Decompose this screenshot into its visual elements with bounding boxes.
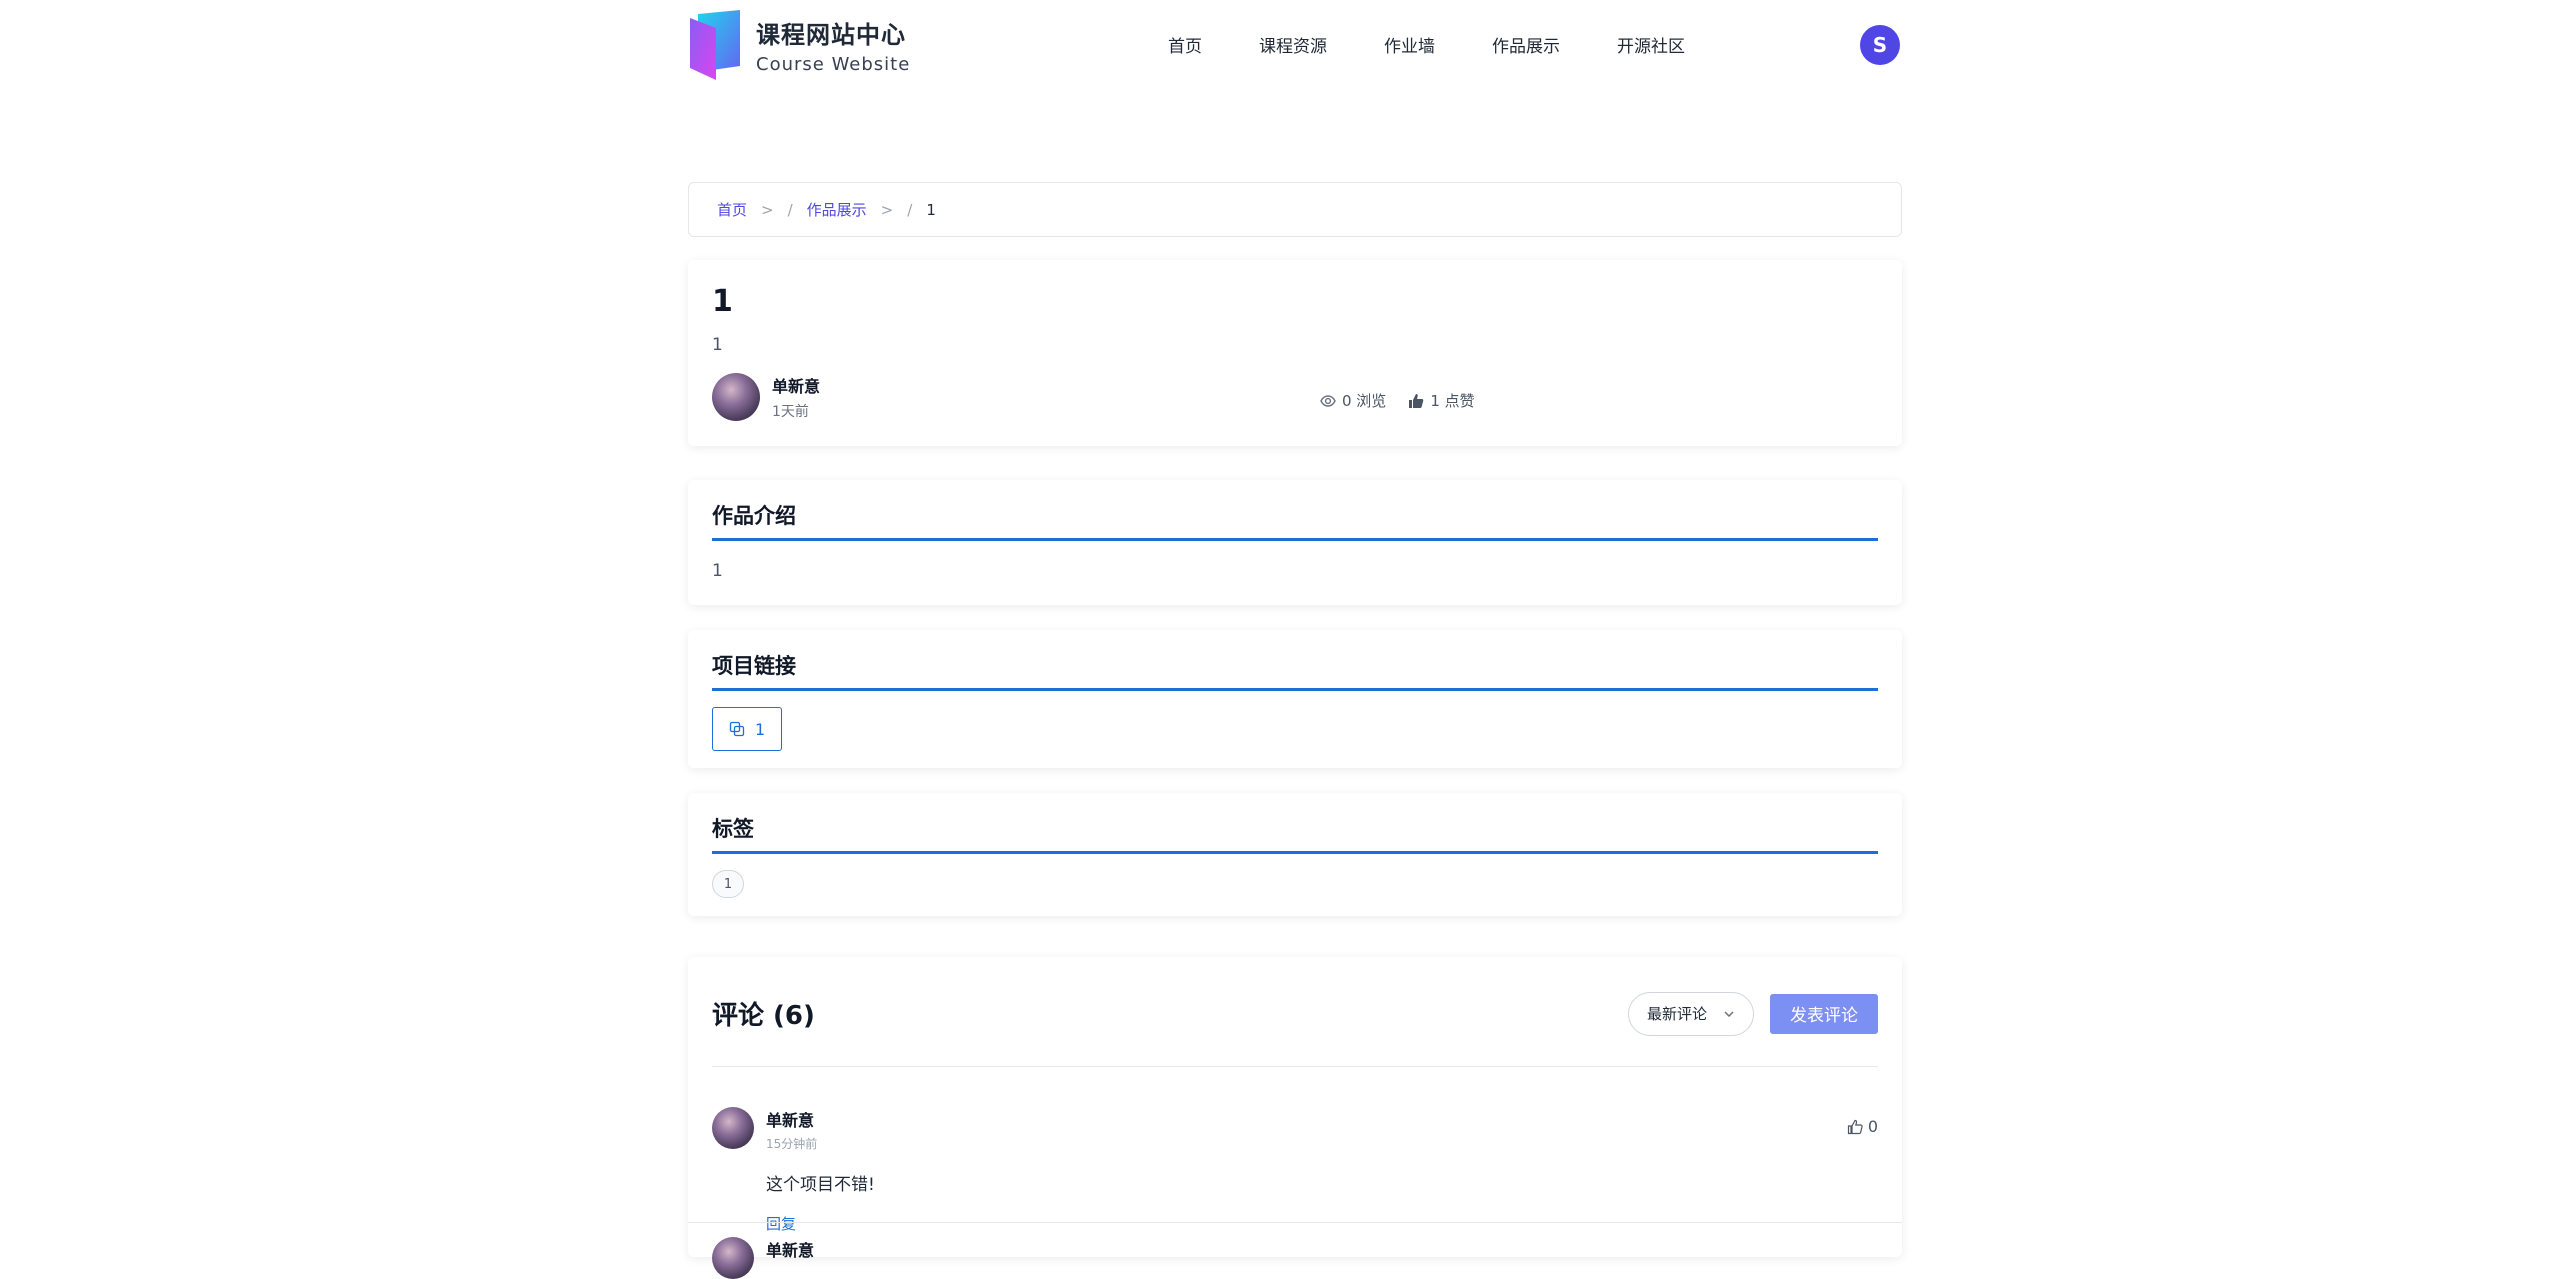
- comment-like-button[interactable]: 0: [1847, 1117, 1878, 1136]
- sort-label: 最新评论: [1646, 1005, 1707, 1023]
- book-logo-icon: [690, 10, 742, 80]
- comment-text: 这个项目不错!: [766, 1175, 875, 1195]
- nav-item-home[interactable]: 首页: [1168, 32, 1202, 57]
- commenter-name[interactable]: 单新意: [766, 1107, 875, 1131]
- project-link-button[interactable]: 1: [712, 707, 783, 751]
- view-count-text: 0 浏览: [1342, 392, 1387, 410]
- work-summary-card: 1 1 单新意 1天前 0 浏览 1 点赞: [688, 260, 1902, 446]
- work-title: 1: [712, 284, 733, 319]
- work-intro-card: 作品介绍 1: [688, 480, 1902, 605]
- breadcrumb-separator: >: [880, 200, 894, 219]
- post-comment-button[interactable]: 发表评论: [1770, 993, 1878, 1034]
- project-link-label: 1: [755, 719, 766, 739]
- breadcrumb-showcase[interactable]: 作品展示: [807, 199, 867, 220]
- publish-time: 1天前: [772, 404, 809, 420]
- logo-title: 课程网站中心: [756, 21, 906, 49]
- author-info: 单新意 1天前: [712, 373, 820, 421]
- breadcrumb-home[interactable]: 首页: [717, 199, 747, 220]
- commenter-avatar[interactable]: [712, 1107, 754, 1149]
- link-icon: [729, 721, 745, 737]
- comment-divider: [688, 1222, 1902, 1223]
- work-description: 1: [712, 335, 723, 355]
- tag-item[interactable]: 1: [712, 870, 744, 898]
- tags-title: 标签: [712, 813, 1878, 854]
- logo-subtitle: Course Website: [756, 54, 911, 75]
- author-avatar[interactable]: [712, 373, 760, 421]
- breadcrumb-slash: /: [787, 200, 793, 219]
- reply-button[interactable]: 回复: [766, 1213, 875, 1234]
- work-stats: 0 浏览 1 点赞: [1320, 390, 1497, 411]
- breadcrumb-slash: /: [907, 200, 913, 219]
- intro-body: 1: [712, 561, 723, 581]
- nav-item-homework-wall[interactable]: 作业墙: [1384, 32, 1435, 57]
- breadcrumb-current: 1: [926, 200, 936, 219]
- comment-sort-select[interactable]: 最新评论: [1627, 991, 1754, 1036]
- user-avatar[interactable]: S: [1860, 25, 1900, 65]
- thumbs-up-outline-icon: [1847, 1119, 1863, 1134]
- tags-card: 标签 1: [688, 793, 1902, 916]
- thumbs-up-icon: [1409, 393, 1424, 408]
- comment-like-count: 0: [1867, 1117, 1878, 1136]
- nav-item-showcase[interactable]: 作品展示: [1492, 32, 1560, 57]
- like-count[interactable]: 1 点赞: [1408, 390, 1475, 411]
- comment-item: 单新意 15分钟前 这个项目不错! 回复 0: [712, 1067, 1878, 1234]
- site-logo[interactable]: 课程网站中心 Course Website: [690, 10, 910, 80]
- eye-icon: [1320, 394, 1336, 407]
- nav-item-course-resources[interactable]: 课程资源: [1259, 32, 1327, 57]
- links-title: 项目链接: [712, 650, 1878, 691]
- comments-card: 评论 (6) 最新评论 发表评论 单新意 15分钟前 这个项目不错! 回复 0 …: [688, 957, 1902, 1279]
- comment-item: 单新意: [712, 1237, 814, 1279]
- author-name[interactable]: 单新意: [772, 373, 820, 397]
- comments-title: 评论 (6): [712, 1001, 815, 1031]
- main-nav: 首页 课程资源 作业墙 作品展示 开源社区: [1168, 32, 1742, 57]
- commenter-avatar[interactable]: [712, 1237, 754, 1279]
- breadcrumb-separator: >: [761, 200, 774, 219]
- comments-header: 评论 (6) 最新评论 发表评论: [712, 981, 1878, 1067]
- chevron-down-icon: [1724, 1010, 1734, 1017]
- comment-time: 15分钟前: [766, 1137, 818, 1151]
- like-count-text: 1 点赞: [1430, 392, 1475, 410]
- site-header: 课程网站中心 Course Website 首页 课程资源 作业墙 作品展示 开…: [0, 0, 2560, 90]
- commenter-name[interactable]: 单新意: [766, 1237, 814, 1261]
- nav-item-open-source[interactable]: 开源社区: [1617, 32, 1685, 57]
- intro-title: 作品介绍: [712, 500, 1878, 541]
- breadcrumb: 首页 > / 作品展示 > / 1: [688, 182, 1902, 237]
- view-count: 0 浏览: [1320, 390, 1386, 411]
- project-links-card: 项目链接 1: [688, 630, 1902, 768]
